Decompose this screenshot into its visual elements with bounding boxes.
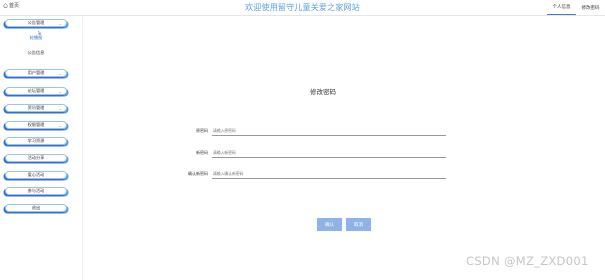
chevron-down-icon: ⌄ bbox=[58, 106, 62, 111]
confirm-password-label: 确认新密码 bbox=[188, 171, 208, 176]
header-tabs: 个人信息 修改密码 bbox=[547, 0, 605, 15]
sidebar-item-learning-resources[interactable]: 学习资源 bbox=[5, 137, 67, 145]
tab-profile[interactable]: 个人信息 bbox=[547, 0, 576, 15]
sidebar-subitem-carousel[interactable]: 轮播图 bbox=[5, 35, 67, 41]
old-password-row: 原密码 bbox=[186, 126, 446, 138]
sidebar-item-label: 权限管理 bbox=[27, 122, 45, 127]
top-bar: 首页 欢迎使用留守儿童关爱之家网站 个人信息 修改密码 bbox=[0, 0, 605, 16]
cancel-button[interactable]: 取消 bbox=[346, 218, 371, 231]
sidebar: 公告管理 ⌄ 轮播图 公告信息 用户管理 ⌄ 论坛管理 ⌄ 资讯管理 ⌄ 权限管… bbox=[0, 16, 83, 280]
confirm-password-input[interactable] bbox=[212, 169, 446, 179]
sidebar-item-user-mgmt[interactable]: 用户管理 ⌄ bbox=[5, 69, 67, 77]
chevron-down-icon: ⌄ bbox=[58, 123, 62, 128]
sidebar-item-charity-activities[interactable]: 爱心活动 bbox=[5, 171, 67, 179]
old-password-label: 原密码 bbox=[196, 128, 208, 133]
sidebar-item-label: 退出 bbox=[31, 205, 41, 210]
watermark: CSDN @MZ_ZXD001 bbox=[466, 254, 589, 268]
sidebar-item-news-mgmt[interactable]: 资讯管理 ⌄ bbox=[5, 104, 67, 112]
sidebar-item-logout[interactable]: 退出 bbox=[5, 204, 67, 212]
sidebar-item-label: 爱心活动 bbox=[27, 172, 45, 177]
sidebar-item-join-activities[interactable]: 参与活动 bbox=[5, 187, 67, 195]
site-title: 欢迎使用留守儿童关爱之家网站 bbox=[245, 3, 360, 12]
sidebar-item-activity-share[interactable]: 活动分享 bbox=[5, 154, 67, 162]
page-title: 修改密码 bbox=[310, 88, 336, 96]
new-password-input[interactable] bbox=[212, 148, 446, 158]
chevron-down-icon: ⌄ bbox=[58, 21, 62, 26]
confirm-button[interactable]: 确认 bbox=[317, 218, 342, 231]
sidebar-item-label: 参与活动 bbox=[27, 188, 45, 193]
cursor-icon bbox=[38, 31, 41, 35]
new-password-row: 新密码 bbox=[186, 148, 446, 160]
chevron-down-icon: ⌄ bbox=[58, 89, 62, 94]
sidebar-subitem-announcements[interactable]: 公告信息 bbox=[5, 50, 67, 56]
sidebar-item-label: 学习资源 bbox=[27, 138, 45, 143]
sidebar-item-label: 活动分享 bbox=[27, 155, 45, 160]
sidebar-item-permission-mgmt[interactable]: 权限管理 ⌄ bbox=[5, 121, 67, 129]
new-password-label: 新密码 bbox=[196, 150, 208, 155]
chevron-down-icon: ⌄ bbox=[58, 71, 62, 76]
sidebar-item-label: 资讯管理 bbox=[27, 105, 45, 110]
confirm-password-row: 确认新密码 bbox=[186, 169, 446, 181]
sidebar-item-announcement-mgmt[interactable]: 公告管理 ⌄ bbox=[5, 19, 67, 27]
sidebar-item-forum-mgmt[interactable]: 论坛管理 ⌄ bbox=[5, 87, 67, 95]
old-password-input[interactable] bbox=[212, 126, 446, 136]
sidebar-item-label: 论坛管理 bbox=[27, 88, 45, 93]
sidebar-item-label: 公告管理 bbox=[27, 20, 45, 25]
sidebar-item-label: 用户管理 bbox=[27, 70, 45, 75]
tab-change-password[interactable]: 修改密码 bbox=[576, 0, 605, 15]
